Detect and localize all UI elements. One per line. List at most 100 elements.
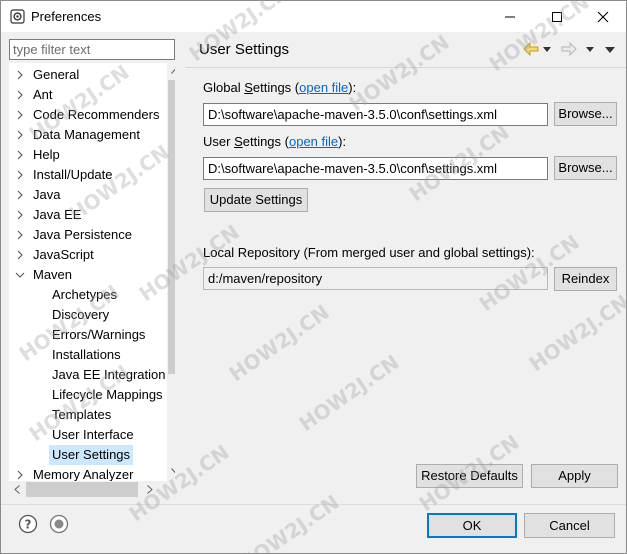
scroll-right-icon[interactable] — [147, 485, 153, 494]
scroll-left-icon[interactable] — [14, 485, 20, 494]
scroll-up-icon[interactable] — [171, 68, 175, 74]
back-arrow-icon[interactable] — [523, 42, 539, 56]
tree-item[interactable]: Ant — [9, 85, 167, 105]
chevron-right-icon[interactable] — [15, 150, 25, 160]
preferences-tree[interactable]: General Ant Code Recommenders Data Manageme… — [9, 63, 175, 481]
global-settings-label-prefix: Global — [203, 80, 245, 95]
update-settings-button[interactable]: Update Settings — [204, 188, 308, 212]
back-dropdown-icon[interactable] — [543, 47, 551, 52]
tree-item-label: Java EE Integration — [52, 367, 166, 382]
chevron-right-icon[interactable] — [15, 90, 25, 100]
tree-item[interactable]: Templates — [9, 405, 167, 425]
user-browse-button[interactable]: Browse... — [554, 156, 617, 180]
tree-item-label: User Settings — [49, 445, 134, 465]
tree-item-label: Lifecycle Mappings — [52, 387, 163, 402]
global-open-file-link[interactable]: open file — [299, 80, 348, 95]
tree-item[interactable]: Install/Update — [9, 165, 167, 185]
tree-item[interactable]: User Interface — [9, 425, 167, 445]
chevron-right-icon[interactable] — [15, 170, 25, 180]
global-settings-field[interactable] — [203, 103, 548, 126]
tree-item[interactable]: Help — [9, 145, 167, 165]
close-icon — [597, 11, 609, 22]
tree-item-label: User Interface — [52, 427, 134, 442]
ok-button[interactable]: OK — [427, 513, 517, 538]
tree-item-label: JavaScript — [33, 247, 94, 262]
apply-button[interactable]: Apply — [531, 464, 618, 488]
tree-item[interactable]: Archetypes — [9, 285, 167, 305]
tree-item-label: Ant — [33, 87, 53, 102]
tree-item[interactable]: Lifecycle Mappings — [9, 385, 167, 405]
user-settings-label-prefix: User — [203, 134, 235, 149]
tree-vertical-scrollbar[interactable] — [167, 63, 175, 481]
chevron-right-icon[interactable] — [15, 230, 25, 240]
maximize-icon — [552, 11, 562, 22]
tree-item[interactable]: Installations — [9, 345, 167, 365]
forward-dropdown-icon[interactable] — [586, 47, 594, 52]
svg-text:?: ? — [25, 518, 32, 532]
tree-horizontal-scrollbar[interactable] — [9, 481, 175, 498]
tree-item[interactable]: Data Management — [9, 125, 167, 145]
eclipse-preferences-icon — [10, 9, 25, 24]
global-browse-button[interactable]: Browse... — [554, 102, 617, 126]
user-settings-label-mid: ettings ( — [242, 134, 289, 149]
tree-vertical-scroll-thumb[interactable] — [168, 80, 175, 374]
panel-sash[interactable] — [181, 32, 185, 504]
cancel-button[interactable]: Cancel — [524, 513, 615, 538]
user-settings-label: User Settings (open file): — [203, 134, 346, 149]
tree-item-label: Archetypes — [52, 287, 118, 302]
view-menu-icon[interactable] — [605, 47, 615, 53]
tree-item-label: Java EE — [33, 207, 82, 222]
tree-item[interactable]: Discovery — [9, 305, 167, 325]
chevron-down-icon[interactable] — [15, 270, 25, 280]
minimize-icon — [505, 16, 515, 17]
global-settings-label-mid: ettings ( — [252, 80, 300, 95]
tree-item[interactable]: Java — [9, 185, 167, 205]
page-body: Global Settings (open file): Browse... U… — [186, 67, 626, 504]
chevron-right-icon[interactable] — [15, 250, 25, 260]
chevron-right-icon[interactable] — [15, 470, 25, 480]
chevron-right-icon[interactable] — [15, 130, 25, 140]
import-export-icon[interactable] — [49, 514, 69, 534]
help-icon[interactable]: ? — [18, 514, 38, 534]
minimize-button[interactable] — [487, 1, 533, 32]
close-button[interactable] — [580, 1, 626, 32]
chevron-right-icon[interactable] — [15, 70, 25, 80]
page-title: User Settings — [199, 41, 290, 58]
local-repository-field — [203, 267, 548, 290]
tree-item[interactable]: JavaScript — [9, 245, 167, 265]
scroll-down-icon[interactable] — [171, 468, 175, 474]
tree-item[interactable]: Errors/Warnings — [9, 325, 167, 345]
restore-defaults-button[interactable]: Restore Defaults — [416, 464, 523, 488]
tree-item-label: Errors/Warnings — [52, 327, 146, 342]
maximize-button[interactable] — [534, 1, 580, 32]
tree-item[interactable]: Java EE Integration — [9, 365, 167, 385]
global-settings-label: Global Settings (open file): — [203, 80, 356, 95]
tree-item[interactable]: User Settings — [9, 445, 167, 465]
forward-arrow-icon[interactable] — [561, 42, 577, 56]
tree-item[interactable]: Code Recommenders — [9, 105, 167, 125]
title-bar: Preferences — [1, 1, 626, 32]
tree-item-label: Discovery — [52, 307, 110, 322]
chevron-right-icon[interactable] — [15, 190, 25, 200]
page-header: User Settings — [186, 32, 626, 66]
global-settings-mnemonic: S — [244, 80, 253, 95]
tree-item-label: Maven — [33, 267, 73, 282]
preferences-window: Preferences General Ant Code Recommenders D… — [0, 0, 627, 554]
tree-item-label: Code Recommenders — [33, 107, 160, 122]
tree-item-label: Install/Update — [33, 167, 113, 182]
local-repository-label: Local Repository (From merged user and g… — [203, 245, 535, 260]
user-settings-label-suffix: ): — [338, 134, 347, 149]
chevron-right-icon[interactable] — [15, 210, 25, 220]
global-settings-label-suffix: ): — [348, 80, 357, 95]
chevron-right-icon[interactable] — [15, 110, 25, 120]
reindex-button[interactable]: Reindex — [554, 267, 617, 291]
tree-item[interactable]: General — [9, 65, 167, 85]
tree-item[interactable]: Memory Analyzer — [9, 465, 167, 481]
user-settings-field[interactable] — [203, 157, 548, 180]
tree-horizontal-scroll-thumb[interactable] — [26, 482, 138, 497]
tree-item[interactable]: Maven — [9, 265, 167, 285]
tree-item[interactable]: Java Persistence — [9, 225, 167, 245]
tree-item[interactable]: Java EE — [9, 205, 167, 225]
filter-input[interactable] — [9, 39, 175, 60]
user-open-file-link[interactable]: open file — [289, 134, 338, 149]
